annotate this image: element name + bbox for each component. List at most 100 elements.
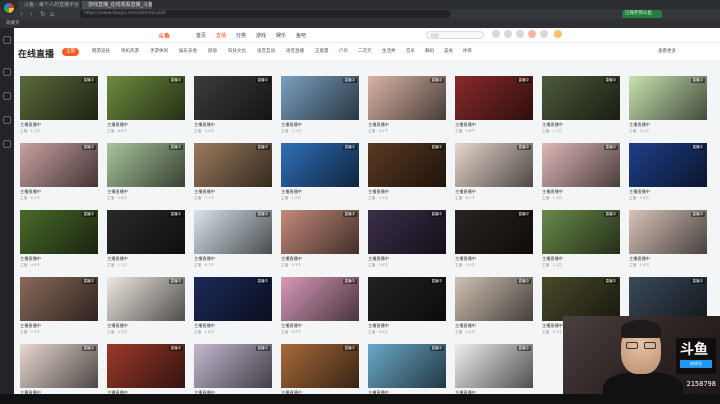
category-chip[interactable]: 手游休闲 bbox=[146, 48, 172, 56]
stream-card[interactable]: 直播中 主播直播中 主播 · 6.7千 bbox=[194, 210, 272, 274]
stream-card[interactable]: 直播中 主播直播中 主播 · 1.2万 bbox=[20, 76, 98, 140]
stream-card[interactable]: 直播中 主播直播中 主播 · 2.6万 bbox=[629, 143, 707, 207]
stream-title[interactable]: 主播直播中 bbox=[107, 256, 185, 262]
category-chip-active[interactable]: 全部 bbox=[62, 48, 79, 56]
more-link[interactable]: 查看更多 bbox=[654, 48, 680, 56]
notification-icon[interactable] bbox=[528, 30, 536, 38]
nav-item[interactable]: 分类 bbox=[236, 32, 246, 39]
download-icon[interactable] bbox=[3, 116, 11, 124]
stream-thumbnail[interactable]: 直播中 bbox=[368, 210, 446, 254]
category-chip[interactable]: 二次元 bbox=[354, 48, 376, 56]
app-icon[interactable] bbox=[540, 30, 548, 38]
stream-thumbnail[interactable]: 直播中 bbox=[455, 344, 533, 388]
stream-thumbnail[interactable]: 直播中 bbox=[194, 344, 272, 388]
stream-card[interactable]: 直播中主播直播中主播 · 9.1千 bbox=[107, 344, 185, 394]
stream-card[interactable]: 直播中 主播直播中 主播 · 1.4万 bbox=[542, 143, 620, 207]
stream-title[interactable]: 主播直播中 bbox=[281, 189, 359, 195]
stream-thumbnail[interactable]: 直播中 bbox=[20, 210, 98, 254]
stream-thumbnail[interactable]: 直播中 bbox=[20, 277, 98, 321]
stream-thumbnail[interactable]: 直播中 bbox=[368, 277, 446, 321]
nav-item[interactable]: 娱乐 bbox=[276, 32, 286, 39]
history-icon[interactable] bbox=[492, 30, 500, 38]
stream-thumbnail[interactable]: 直播中 bbox=[542, 277, 620, 321]
category-chip[interactable]: 科技文化 bbox=[224, 48, 250, 56]
history-icon[interactable] bbox=[3, 92, 11, 100]
stream-thumbnail[interactable]: 直播中 bbox=[629, 76, 707, 120]
category-chip[interactable]: 生活秀 bbox=[378, 48, 400, 56]
stream-thumbnail[interactable]: 直播中 bbox=[368, 143, 446, 187]
stream-card[interactable]: 直播中主播直播中主播 · 7.8千 bbox=[455, 344, 533, 394]
reload-icon[interactable]: ↻ bbox=[40, 10, 46, 18]
category-chip[interactable]: 美食 bbox=[440, 48, 457, 56]
stream-card[interactable]: 直播中 主播直播中 主播 · 5.9千 bbox=[455, 210, 533, 274]
stream-card[interactable]: 直播中 主播直播中 主播 · 3.0万 bbox=[368, 143, 446, 207]
follow-icon[interactable] bbox=[504, 30, 512, 38]
stream-card[interactable]: 直播中 主播直播中 主播 · 9.3千 bbox=[281, 210, 359, 274]
category-chip[interactable]: 户外 bbox=[335, 48, 352, 56]
stream-thumbnail[interactable]: 直播中 bbox=[281, 143, 359, 187]
search-input[interactable]: 搜索 bbox=[426, 31, 484, 39]
stream-card[interactable]: 直播中主播直播中主播 · 1.5万 bbox=[368, 344, 446, 394]
stream-card[interactable]: 直播中 主播直播中 主播 · 2.2万 bbox=[542, 210, 620, 274]
stream-thumbnail[interactable]: 直播中 bbox=[629, 210, 707, 254]
category-chip[interactable]: 单机热游 bbox=[117, 48, 143, 56]
stream-title[interactable]: 主播直播中 bbox=[368, 122, 446, 128]
menu-icon[interactable] bbox=[3, 36, 11, 44]
stream-title[interactable]: 主播直播中 bbox=[107, 189, 185, 195]
category-chip[interactable]: 语音直播 bbox=[282, 48, 308, 56]
stream-thumbnail[interactable]: 直播中 bbox=[455, 76, 533, 120]
category-chip[interactable]: 音乐 bbox=[402, 48, 419, 56]
stream-card[interactable]: 直播中 主播直播中 主播 · 8.2千 bbox=[455, 143, 533, 207]
avatar[interactable] bbox=[554, 30, 562, 38]
back-icon[interactable]: ‹ bbox=[20, 10, 23, 18]
stream-title[interactable]: 主播直播中 bbox=[20, 189, 98, 195]
stream-thumbnail[interactable]: 直播中 bbox=[455, 210, 533, 254]
stream-title[interactable]: 主播直播中 bbox=[20, 122, 98, 128]
category-chip[interactable]: 网游竞技 bbox=[88, 48, 114, 56]
stream-card[interactable]: 直播中 主播直播中 主播 · 2.0万 bbox=[455, 277, 533, 341]
category-chip[interactable]: 颜值 bbox=[204, 48, 221, 56]
stream-card[interactable]: 直播中 主播直播中 主播 · 1.9万 bbox=[281, 143, 359, 207]
browser-tab-active[interactable]: 游戏直播_在线观看直播_斗鱼 bbox=[82, 1, 152, 9]
category-chip[interactable]: 娱乐天地 bbox=[175, 48, 201, 56]
stream-card[interactable]: 直播中 主播直播中 主播 · 3.4万 bbox=[194, 76, 272, 140]
stream-thumbnail[interactable]: 直播中 bbox=[629, 143, 707, 187]
url-input[interactable]: https://www.douyu.com/directory/all bbox=[80, 10, 450, 18]
stream-title[interactable]: 主播直播中 bbox=[194, 323, 272, 329]
stream-card[interactable]: 直播中 主播直播中 主播 · 1.6万 bbox=[629, 210, 707, 274]
stream-card[interactable]: 直播中 主播直播中 主播 · 1.8万 bbox=[194, 277, 272, 341]
stream-title[interactable]: 主播直播中 bbox=[107, 323, 185, 329]
stream-title[interactable]: 主播直播中 bbox=[194, 256, 272, 262]
stream-thumbnail[interactable]: 直播中 bbox=[194, 76, 272, 120]
stream-title[interactable]: 主播直播中 bbox=[368, 189, 446, 195]
site-logo[interactable]: 斗鱼 bbox=[158, 31, 170, 40]
stream-title[interactable]: 主播直播中 bbox=[455, 189, 533, 195]
stream-title[interactable]: 主播直播中 bbox=[455, 256, 533, 262]
stream-title[interactable]: 主播直播中 bbox=[368, 323, 446, 329]
stream-title[interactable]: 主播直播中 bbox=[281, 122, 359, 128]
stream-card[interactable]: 直播中 主播直播中 主播 · 1.7万 bbox=[542, 76, 620, 140]
stream-title[interactable]: 主播直播中 bbox=[107, 122, 185, 128]
stream-thumbnail[interactable]: 直播中 bbox=[107, 344, 185, 388]
stream-card[interactable]: 直播中 主播直播中 主播 · 7.1千 bbox=[194, 143, 272, 207]
stream-thumbnail[interactable]: 直播中 bbox=[542, 76, 620, 120]
stream-card[interactable]: 直播中 主播直播中 主播 · 4.2万 bbox=[629, 76, 707, 140]
stream-card[interactable]: 直播中 主播直播中 主播 · 2.8万 bbox=[107, 143, 185, 207]
stream-card[interactable]: 直播中 主播直播中 主播 · 8.9千 bbox=[281, 277, 359, 341]
forward-icon[interactable]: › bbox=[30, 10, 33, 18]
stream-title[interactable]: 主播直播中 bbox=[542, 256, 620, 262]
stream-thumbnail[interactable]: 直播中 bbox=[107, 210, 185, 254]
stream-title[interactable]: 主播直播中 bbox=[542, 189, 620, 195]
stream-card[interactable]: 直播中 主播直播中 主播 · 2.1万 bbox=[281, 76, 359, 140]
stream-card[interactable]: 直播中 主播直播中 主播 · 5.5千 bbox=[368, 76, 446, 140]
message-icon[interactable] bbox=[516, 30, 524, 38]
nav-item[interactable]: 鱼吧 bbox=[296, 32, 306, 39]
stream-title[interactable]: 主播直播中 bbox=[455, 323, 533, 329]
star-icon[interactable] bbox=[3, 68, 11, 76]
stream-title[interactable]: 主播直播中 bbox=[629, 122, 707, 128]
stream-title[interactable]: 主播直播中 bbox=[194, 189, 272, 195]
nav-item[interactable]: 首页 bbox=[196, 32, 206, 39]
stream-card[interactable]: 直播中 主播直播中 主播 · 4.5万 bbox=[368, 277, 446, 341]
bookmarks-bar[interactable]: 收藏夹 bbox=[0, 19, 720, 28]
stream-title[interactable]: 主播直播中 bbox=[629, 189, 707, 195]
